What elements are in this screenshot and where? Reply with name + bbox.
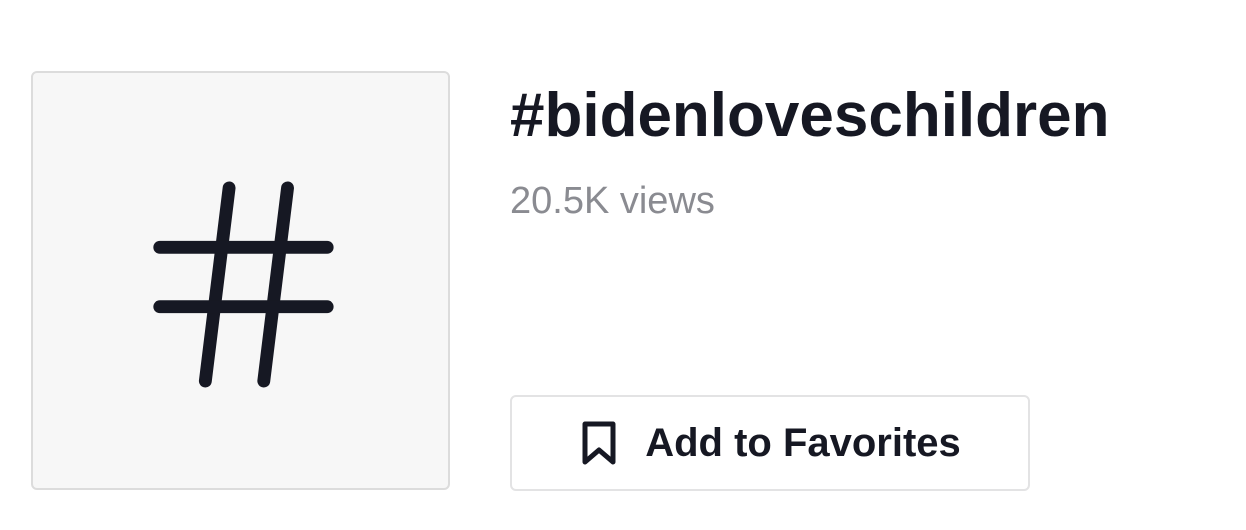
hashtag-icon — [153, 181, 334, 388]
hashtag-avatar — [31, 71, 450, 490]
bookmark-icon — [579, 419, 619, 467]
hashtag-title: #bidenloveschildren — [510, 81, 1110, 150]
add-to-favorites-button[interactable]: Add to Favorites — [510, 395, 1030, 491]
hashtag-header: #bidenloveschildren 20.5K views Add to F… — [0, 0, 1246, 530]
hashtag-view-count: 20.5K views — [510, 180, 715, 222]
hashtag-info: #bidenloveschildren 20.5K views — [510, 80, 1110, 224]
add-to-favorites-label: Add to Favorites — [645, 421, 961, 465]
